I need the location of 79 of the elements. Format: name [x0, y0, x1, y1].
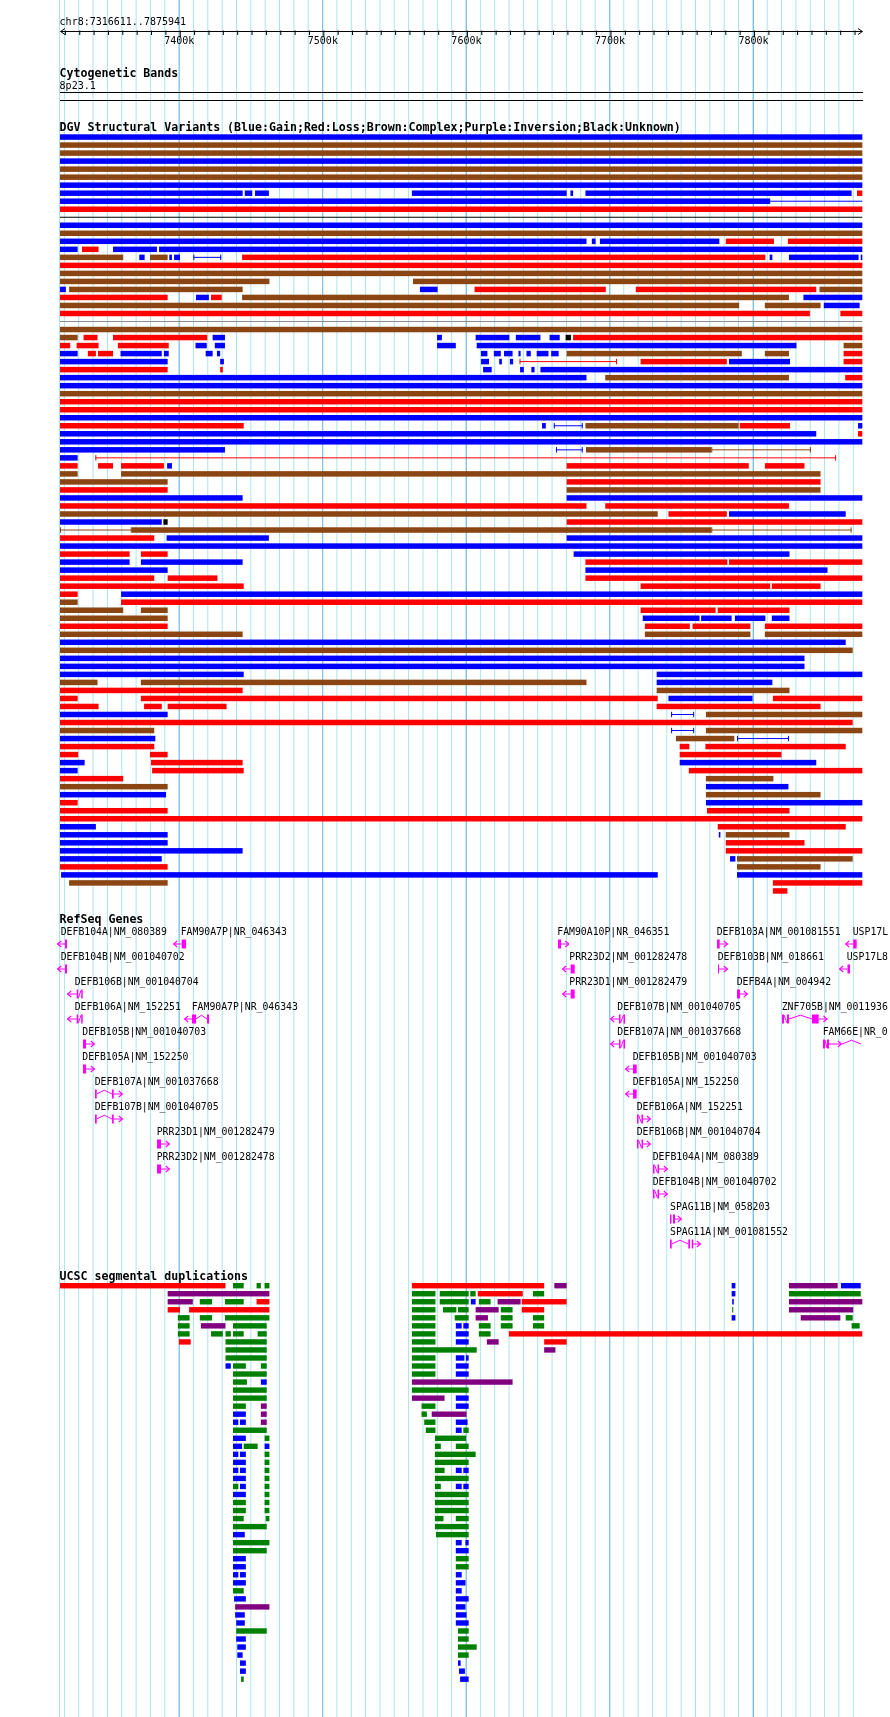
band-label: 8p23.1	[59, 80, 96, 93]
complex-variant-bar	[59, 254, 123, 260]
gene-label: DEFB107B|NM_001040705	[94, 1101, 219, 1114]
segmental-duplication-bar	[543, 1347, 555, 1353]
segmental-duplication-bar	[486, 1339, 499, 1345]
segmental-duplication-bar	[788, 1282, 838, 1289]
gene-label: DEFB103A|NM_001081551	[716, 926, 841, 939]
gene-label: DEFB104B|NM_001040702	[652, 1176, 777, 1189]
complex-variant-bar	[725, 831, 790, 838]
gene-label: FAM90A10P|NR_046351	[557, 926, 670, 939]
gene-label: DEFB106A|NM_152251	[636, 1101, 743, 1114]
segmental-duplication-bar	[178, 1339, 191, 1345]
gene-label: DEFB105A|NM_152250	[82, 1051, 189, 1064]
complex-variant-bar	[140, 607, 168, 613]
tick-label: 7700k	[594, 35, 626, 47]
gene-label: PRR23D1|NM_001282479	[156, 1126, 275, 1139]
gene-label: DEFB107B|NM_001040705	[617, 1001, 742, 1014]
complex-variant-bar	[59, 599, 78, 605]
complex-variant-bar	[819, 286, 862, 292]
unknown-variant-bar	[565, 334, 571, 341]
gene-label: USP17L	[852, 926, 889, 939]
segmental-duplication-bar	[788, 1307, 853, 1313]
gene-label: FAM66E|NR_0	[822, 1026, 888, 1039]
segmental-duplication-bar	[553, 1282, 567, 1289]
gene-label: SPAG11A|NM_001081552	[670, 1226, 788, 1239]
gene-label: PRR23D1|NM_001282479	[569, 976, 688, 989]
segmental-duplication-bar	[475, 1315, 488, 1321]
gene-label: DEFB106B|NM_001040704	[636, 1126, 761, 1139]
segmental-duplication-bar	[477, 1291, 523, 1297]
gene-label: DEFB105A|NM_152250	[632, 1076, 739, 1089]
gene-label: DEFB104A|NM_080389	[60, 926, 167, 939]
gene-label: DEFB105B|NM_001040703	[82, 1026, 207, 1039]
tick-label: 7800k	[738, 35, 769, 47]
unknown-variant-bar	[162, 519, 168, 525]
complex-variant-bar	[59, 679, 98, 685]
gene-label: USP17L8	[846, 951, 888, 964]
gene-label: FAM90A7P|NR_046343	[180, 926, 287, 939]
segmental-duplication-bar	[167, 1299, 193, 1305]
gene-label: DEFB103B|NM_018661	[717, 951, 824, 964]
complex-variant-bar	[149, 254, 168, 260]
gene-label: FAM90A7P|NR_046343	[191, 1001, 298, 1014]
gene-label: PRR23D2|NM_001282478	[156, 1151, 275, 1164]
segmental-duplication-bar	[475, 1307, 499, 1313]
gene-label: SPAG11B|NM_058203	[670, 1201, 771, 1214]
segmental-duplication-bar	[256, 1299, 269, 1305]
gene-label: DEFB107A|NM_001037668	[617, 1026, 742, 1039]
gene-label: DEFB107A|NM_001037668	[94, 1076, 219, 1089]
gene-label: DEFB106A|NM_152251	[74, 1001, 181, 1014]
gene-label: DEFB105B|NM_001040703	[632, 1051, 757, 1064]
location-label: chr8:7316611..7875941	[59, 15, 187, 28]
segmental-duplication-bar	[800, 1315, 840, 1321]
tick-label: 7400k	[164, 35, 195, 47]
tick-label: 7600k	[451, 35, 482, 47]
gene-label: ZNF705B|NM_0011936	[781, 1001, 888, 1014]
segmental-duplication-bar	[431, 1411, 467, 1417]
segmental-duplication-bar	[234, 1604, 269, 1610]
segmental-duplication-bar	[200, 1323, 226, 1329]
track-title: DGV Structural Variants (Blue:Gain;Red:Loss;Brown:Complex;Purple:Inversion;Black:Unknown)	[59, 120, 681, 134]
track-title: UCSC segmental duplications	[59, 1269, 249, 1283]
tick-label: 7500k	[307, 35, 338, 47]
segmental-duplication-bar	[521, 1307, 544, 1313]
gene-label: DEFB106B|NM_001040704	[74, 976, 199, 989]
gene-label: DEFB104A|NM_080389	[652, 1151, 759, 1164]
gene-label: DEFB104B|NM_001040702	[60, 951, 185, 964]
segmental-duplication-bar	[260, 1403, 267, 1409]
track-title: Cytogenetic Bands	[59, 67, 179, 81]
gene-label: DEFB4A|NM_004942	[736, 976, 832, 989]
complex-variant-bar	[59, 607, 123, 613]
complex-variant-bar	[764, 302, 821, 308]
gene-label: PRR23D2|NM_001282478	[569, 951, 688, 964]
complex-variant-bar	[843, 342, 862, 349]
complex-variant-bar	[764, 350, 789, 357]
segmental-duplication-bar	[260, 1411, 267, 1417]
track-title: RefSeq Genes	[59, 913, 144, 927]
segmental-duplication-bar	[411, 1395, 445, 1401]
segmental-duplication-bar	[167, 1307, 180, 1313]
segmental-duplication-bar	[543, 1339, 567, 1345]
segmental-duplication-bar	[260, 1419, 267, 1425]
complex-variant-bar	[705, 775, 773, 782]
